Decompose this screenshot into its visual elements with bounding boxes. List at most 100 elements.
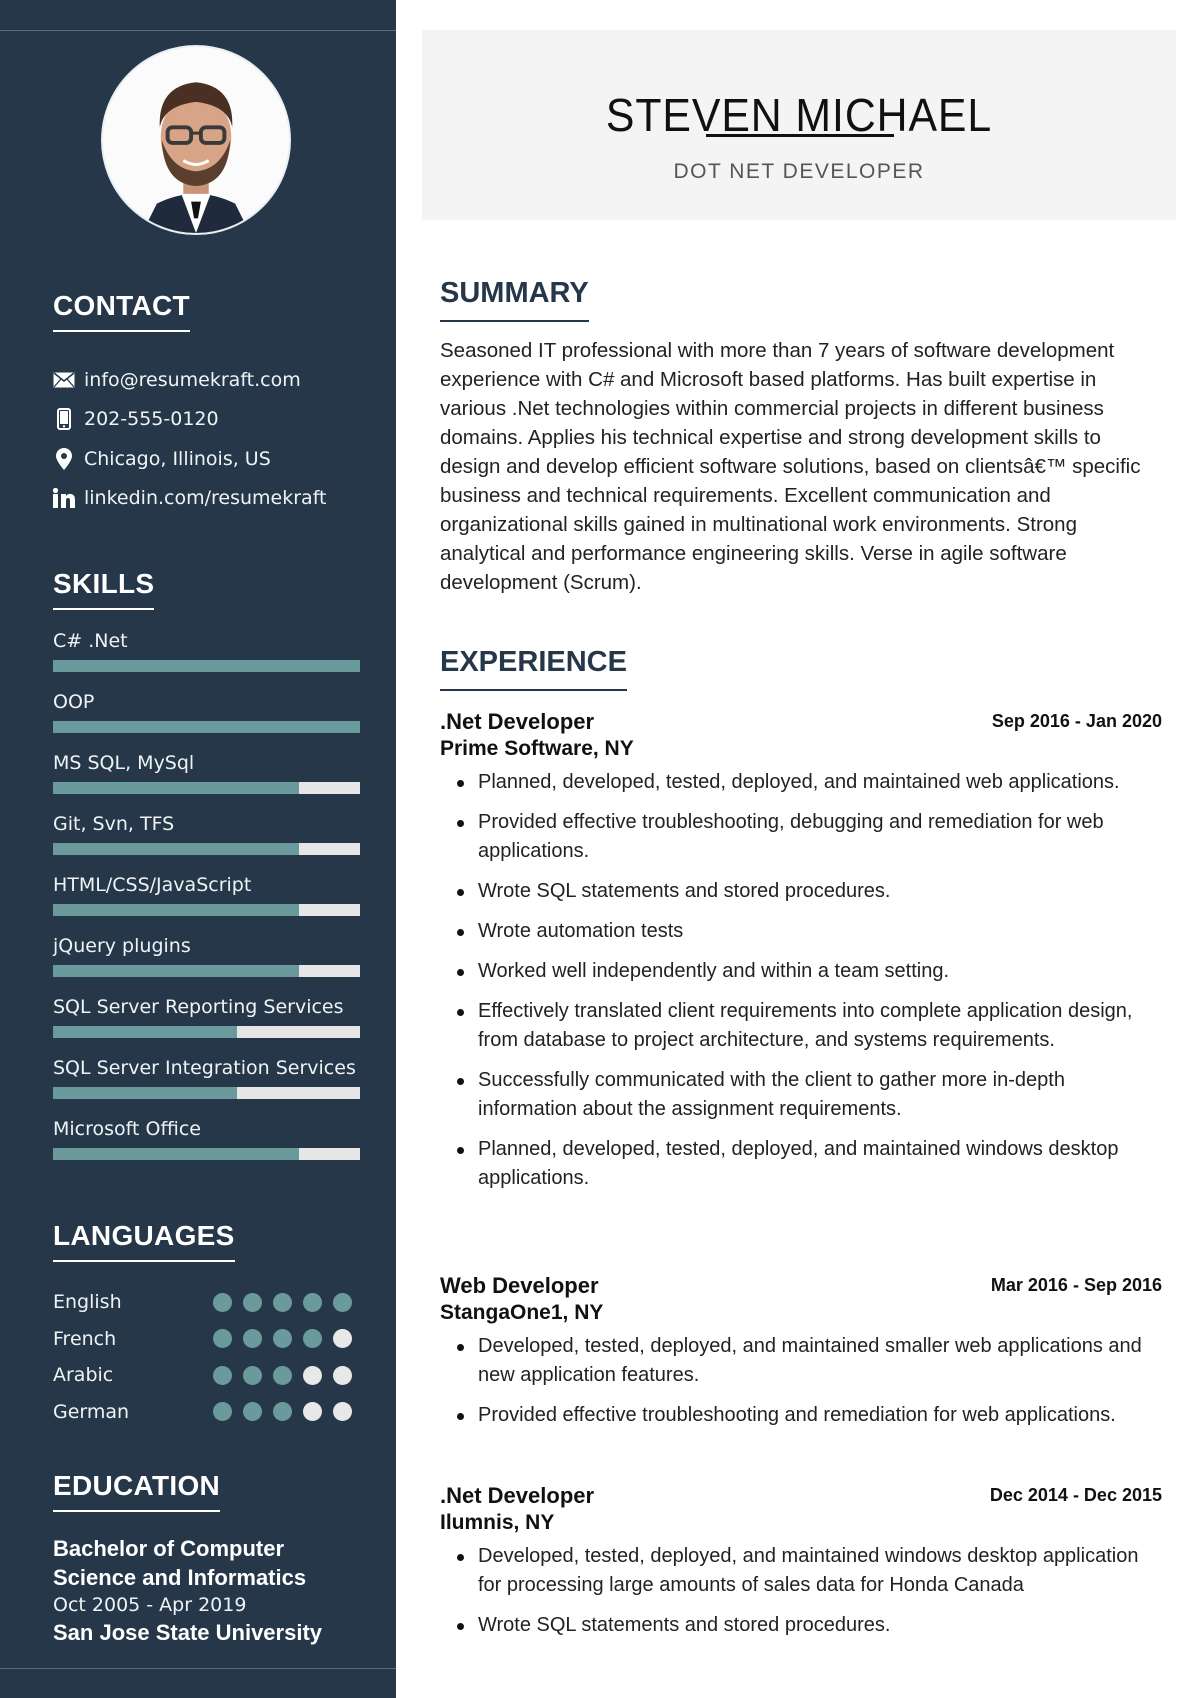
- experience-entry: Web Developer Mar 2016 - Sep 2016 Stanga…: [440, 1272, 1162, 1441]
- job-bullets: Developed, tested, deployed, and maintai…: [440, 1542, 1162, 1640]
- language-item: German: [53, 1394, 363, 1431]
- job-dates: Sep 2016 - Jan 2020: [991, 711, 1162, 731]
- job-bullet: Developed, tested, deployed, and maintai…: [440, 1542, 1162, 1600]
- map-pin-icon: [53, 447, 75, 470]
- job-bullets: Planned, developed, tested, deployed, an…: [440, 768, 1162, 1193]
- contact-email[interactable]: info@resumekraft.com: [53, 360, 363, 400]
- contact-list: info@resumekraft.com 202-555-0120 Chicag…: [53, 360, 363, 518]
- skill-item: HTML/CSS/JavaScript: [53, 872, 363, 933]
- resume-header: STEVEN MICHAEL DOT NET DEVELOPER: [422, 30, 1176, 220]
- skill-name: SQL Server Integration Services: [53, 1057, 356, 1079]
- contact-email-text: info@resumekraft.com: [84, 368, 301, 391]
- skill-level-bar: [53, 965, 360, 977]
- rating-dot-empty-icon: [333, 1365, 352, 1385]
- skill-item: Git, Svn, TFS: [53, 811, 363, 872]
- job-bullet: Wrote SQL statements and stored procedur…: [440, 1611, 1162, 1640]
- language-item: English: [53, 1284, 363, 1321]
- envelope-icon: [53, 369, 75, 391]
- rating-dot-filled-icon: [273, 1402, 292, 1422]
- skill-level-bar: [53, 782, 360, 794]
- job-bullet: Successfully communicated with the clien…: [440, 1066, 1162, 1124]
- language-name: French: [53, 1327, 117, 1350]
- job-bullet: Planned, developed, tested, deployed, an…: [440, 1135, 1162, 1193]
- languages-heading: LANGUAGES: [53, 1222, 235, 1262]
- language-item: French: [53, 1321, 363, 1358]
- education-dates: Oct 2005 - Apr 2019: [53, 1594, 247, 1616]
- skill-item: MS SQL, MySql: [53, 750, 363, 811]
- rating-dot-filled-icon: [213, 1329, 232, 1349]
- education-entry: Bachelor of Computer Science and Informa…: [53, 1534, 363, 1647]
- skill-level-bar: [53, 1087, 360, 1099]
- candidate-job-title: DOT NET DEVELOPER: [673, 160, 925, 183]
- skill-level-fill: [53, 782, 299, 794]
- skill-name: SQL Server Reporting Services: [53, 996, 344, 1018]
- contact-heading: CONTACT: [53, 292, 190, 332]
- skill-name: Microsoft Office: [53, 1118, 201, 1140]
- contact-linkedin[interactable]: linkedin.com/resumekraft: [53, 479, 363, 519]
- skill-list: C# .Net OOP MS SQL, MySql Git, Svn, TFS HTML…: [53, 628, 363, 1177]
- rating-dot-empty-icon: [333, 1329, 352, 1349]
- skills-heading: SKILLS: [53, 570, 155, 610]
- skill-level-bar: [53, 660, 360, 672]
- rating-dot-empty-icon: [303, 1402, 322, 1422]
- education-degree: Bachelor of Computer Science and Informa…: [53, 1536, 307, 1590]
- job-bullet: Worked well independently and within a t…: [440, 957, 1162, 986]
- mobile-phone-icon: [53, 408, 75, 431]
- skill-name: Git, Svn, TFS: [53, 813, 175, 835]
- rating-dot-filled-icon: [273, 1365, 292, 1385]
- rating-dot-filled-icon: [243, 1402, 262, 1422]
- rating-dot-filled-icon: [213, 1402, 232, 1422]
- job-dates: Mar 2016 - Sep 2016: [990, 1275, 1162, 1295]
- job-company: Ilumnis, NY: [440, 1511, 555, 1534]
- sidebar: CONTACT info@resumekraft.com 202-555-012…: [0, 0, 396, 1698]
- language-item: Arabic: [53, 1357, 363, 1394]
- education-school: San Jose State University: [53, 1620, 323, 1645]
- skill-level-fill: [53, 843, 299, 855]
- job-bullet: Developed, tested, deployed, and maintai…: [440, 1332, 1162, 1390]
- language-list: English French Arabic German: [53, 1284, 363, 1430]
- skill-level-bar: [53, 1026, 360, 1038]
- candidate-name: STEVEN MICHAEL: [605, 89, 993, 141]
- rating-dot-filled-icon: [213, 1292, 232, 1312]
- education-heading: EDUCATION: [53, 1472, 221, 1512]
- rating-dot-empty-icon: [333, 1402, 352, 1422]
- job-bullet: Effectively translated client requiremen…: [440, 997, 1162, 1055]
- language-name: English: [53, 1291, 122, 1314]
- rating-dot-filled-icon: [213, 1365, 232, 1385]
- job-bullets: Developed, tested, deployed, and maintai…: [440, 1332, 1162, 1430]
- profile-photo: [101, 45, 291, 235]
- skill-level-fill: [53, 721, 360, 733]
- contact-phone[interactable]: 202-555-0120: [53, 400, 363, 440]
- job-bullet: Planned, developed, tested, deployed, an…: [440, 768, 1162, 797]
- skill-name: jQuery plugins: [53, 935, 191, 957]
- rating-dot-filled-icon: [303, 1292, 322, 1312]
- rating-dot-filled-icon: [333, 1292, 352, 1312]
- summary-heading: SUMMARY: [440, 279, 589, 322]
- job-dates: Dec 2014 - Dec 2015: [989, 1485, 1162, 1505]
- name-underline: [706, 134, 894, 137]
- skill-level-fill: [53, 1087, 238, 1099]
- skill-level-bar: [53, 1148, 360, 1160]
- skill-level-fill: [53, 904, 299, 916]
- rating-dot-filled-icon: [273, 1329, 292, 1349]
- experience-entry: .Net Developer Sep 2016 - Jan 2020 Prime…: [440, 708, 1162, 1204]
- contact-linkedin-text: linkedin.com/resumekraft: [84, 487, 327, 510]
- job-header: .Net Developer Dec 2014 - Dec 2015: [440, 1482, 1162, 1509]
- contact-phone-text: 202-555-0120: [84, 408, 219, 431]
- skill-item: SQL Server Reporting Services: [53, 994, 363, 1055]
- summary-text: Seasoned IT professional with more than …: [440, 339, 1141, 594]
- rating-dot-empty-icon: [303, 1365, 322, 1385]
- skill-name: MS SQL, MySql: [53, 752, 195, 774]
- job-company: Prime Software, NY: [440, 737, 634, 760]
- person-portrait-icon: [103, 47, 289, 233]
- job-bullet: Wrote automation tests: [440, 917, 1162, 946]
- skill-level-bar: [53, 904, 360, 916]
- experience-heading: EXPERIENCE: [440, 648, 627, 691]
- skill-name: OOP: [53, 691, 95, 713]
- job-bullet: Provided effective troubleshooting and r…: [440, 1401, 1162, 1430]
- job-bullet: Provided effective troubleshooting, debu…: [440, 808, 1162, 866]
- languages-section: LANGUAGES English French Arabic German: [53, 1222, 363, 1430]
- skill-level-fill: [53, 660, 360, 672]
- language-rating: [213, 1402, 352, 1422]
- skill-item: OOP: [53, 689, 363, 750]
